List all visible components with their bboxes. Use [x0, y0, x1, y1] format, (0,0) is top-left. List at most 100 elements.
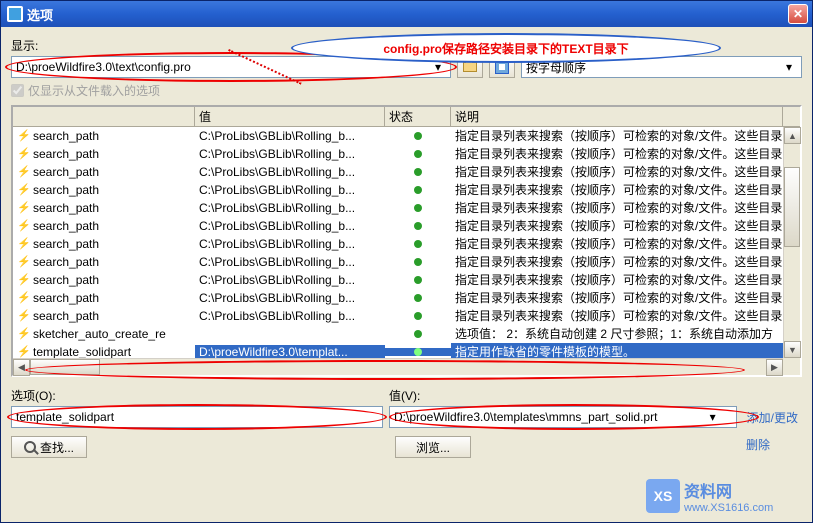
horizontal-scrollbar[interactable]: ◀ ▶ [13, 358, 783, 375]
grid-row[interactable]: ⚡search_pathC:\ProLibs\GBLib\Rolling_b..… [13, 253, 800, 271]
option-name: search_path [33, 237, 99, 251]
option-name: search_path [33, 273, 99, 287]
option-name: sketcher_auto_create_re [33, 327, 166, 341]
lightning-icon: ⚡ [17, 309, 31, 322]
scroll-left-arrow[interactable]: ◀ [13, 359, 30, 376]
option-name: template_solidpart [33, 345, 131, 359]
column-status[interactable]: 状态 [385, 107, 451, 126]
lightning-icon: ⚡ [17, 237, 31, 250]
cell-name: ⚡search_path [13, 291, 195, 305]
cell-status [385, 348, 451, 356]
lightning-icon: ⚡ [17, 327, 31, 340]
cell-name: ⚡search_path [13, 219, 195, 233]
cell-status [385, 294, 451, 302]
close-button[interactable]: ✕ [788, 4, 808, 24]
cell-name: ⚡search_path [13, 273, 195, 287]
cell-name: ⚡search_path [13, 165, 195, 179]
browse-button[interactable]: 浏览... [395, 436, 471, 458]
cell-description: 指定目录列表来搜索（按顺序）可检索的对象/文件。这些目录 [451, 217, 800, 234]
value-input-text: D:\proeWildfire3.0\templates\mmns_part_s… [394, 410, 657, 424]
dropdown-arrow-icon: ▾ [781, 60, 797, 74]
lightning-icon: ⚡ [17, 129, 31, 142]
value-dropdown[interactable]: D:\proeWildfire3.0\templates\mmns_part_s… [389, 406, 737, 428]
grid-row[interactable]: ⚡search_pathC:\ProLibs\GBLib\Rolling_b..… [13, 217, 800, 235]
cell-value: C:\ProLibs\GBLib\Rolling_b... [195, 147, 385, 161]
status-dot-icon [414, 312, 422, 320]
cell-description: 指定目录列表来搜索（按顺序）可检索的对象/文件。这些目录 [451, 253, 800, 270]
cell-status [385, 258, 451, 266]
option-name: search_path [33, 183, 99, 197]
column-name[interactable] [13, 107, 195, 126]
cell-name: ⚡search_path [13, 129, 195, 143]
grid-header: 值 状态 说明 [13, 107, 800, 127]
hscrollbar-thumb[interactable] [30, 359, 100, 375]
checkbox-label: 仅显示从文件载入的选项 [28, 82, 160, 99]
header-scroll-pad [783, 107, 800, 126]
search-icon [24, 441, 36, 453]
scrollbar-thumb[interactable] [784, 167, 800, 247]
vertical-scrollbar[interactable]: ▲ ▼ [783, 127, 800, 358]
grid-row[interactable]: ⚡search_pathC:\ProLibs\GBLib\Rolling_b..… [13, 307, 800, 325]
annotation-callout: config.pro保存路径安装目录下的TEXT目录下 [291, 33, 721, 63]
cell-value: D:\proeWildfire3.0\templat... [195, 345, 385, 359]
option-name: search_path [33, 219, 99, 233]
cell-description: 指定目录列表来搜索（按顺序）可检索的对象/文件。这些目录 [451, 307, 800, 324]
grid-row[interactable]: ⚡search_pathC:\ProLibs\GBLib\Rolling_b..… [13, 163, 800, 181]
scroll-down-arrow[interactable]: ▼ [784, 341, 801, 358]
dropdown-arrow-icon: ▾ [710, 410, 716, 424]
show-file-only-checkbox[interactable] [11, 84, 24, 97]
grid-row[interactable]: ⚡search_pathC:\ProLibs\GBLib\Rolling_b..… [13, 235, 800, 253]
status-dot-icon [414, 276, 422, 284]
grid-row[interactable]: ⚡search_pathC:\ProLibs\GBLib\Rolling_b..… [13, 145, 800, 163]
grid-row[interactable]: ⚡search_pathC:\ProLibs\GBLib\Rolling_b..… [13, 127, 800, 145]
lightning-icon: ⚡ [17, 147, 31, 160]
cell-description: 指定目录列表来搜索（按顺序）可检索的对象/文件。这些目录 [451, 163, 800, 180]
option-name: search_path [33, 165, 99, 179]
browse-label: 浏览... [416, 439, 450, 456]
titlebar: 选项 ✕ [1, 1, 812, 27]
cell-name: ⚡search_path [13, 255, 195, 269]
scroll-right-arrow[interactable]: ▶ [766, 359, 783, 376]
lightning-icon: ⚡ [17, 183, 31, 196]
cell-value: C:\ProLibs\GBLib\Rolling_b... [195, 129, 385, 143]
grid-row[interactable]: ⚡search_pathC:\ProLibs\GBLib\Rolling_b..… [13, 289, 800, 307]
option-name: search_path [33, 255, 99, 269]
grid-row[interactable]: ⚡search_pathC:\ProLibs\GBLib\Rolling_b..… [13, 199, 800, 217]
add-change-link[interactable]: 添加/更改 [743, 409, 802, 426]
lightning-icon: ⚡ [17, 273, 31, 286]
option-input[interactable] [11, 406, 383, 428]
find-button[interactable]: 查找... [11, 436, 87, 458]
cell-name: ⚡sketcher_auto_create_re [13, 327, 195, 341]
scroll-up-arrow[interactable]: ▲ [784, 127, 801, 144]
options-grid: 值 状态 说明 ⚡search_pathC:\ProLibs\GBLib\Rol… [11, 105, 802, 377]
option-name: search_path [33, 309, 99, 323]
delete-link[interactable]: 删除 [742, 436, 802, 458]
column-description[interactable]: 说明 [451, 107, 783, 126]
cell-name: ⚡search_path [13, 147, 195, 161]
option-label: 选项(O): [11, 387, 389, 404]
option-name: search_path [33, 147, 99, 161]
cell-name: ⚡template_solidpart [13, 345, 195, 359]
cell-value: C:\ProLibs\GBLib\Rolling_b... [195, 237, 385, 251]
cell-description: 指定目录列表来搜索（按顺序）可检索的对象/文件。这些目录 [451, 145, 800, 162]
callout-text: config.pro保存路径安装目录下的TEXT目录下 [383, 40, 628, 57]
cell-name: ⚡search_path [13, 237, 195, 251]
status-dot-icon [414, 204, 422, 212]
grid-row[interactable]: ⚡search_pathC:\ProLibs\GBLib\Rolling_b..… [13, 271, 800, 289]
options-dialog: 选项 ✕ config.pro保存路径安装目录下的TEXT目录下 显示: D:\… [0, 0, 813, 523]
lightning-icon: ⚡ [17, 165, 31, 178]
column-value[interactable]: 值 [195, 107, 385, 126]
grid-row[interactable]: ⚡search_pathC:\ProLibs\GBLib\Rolling_b..… [13, 181, 800, 199]
watermark-logo: XS [646, 479, 680, 513]
status-dot-icon [414, 348, 422, 356]
cell-status [385, 150, 451, 158]
watermark-title: 资料网 [684, 478, 773, 502]
option-name: search_path [33, 291, 99, 305]
cell-status [385, 276, 451, 284]
status-dot-icon [414, 132, 422, 140]
cell-description: 指定目录列表来搜索（按顺序）可检索的对象/文件。这些目录 [451, 235, 800, 252]
find-label: 查找... [40, 439, 74, 456]
cell-description: 指定目录列表来搜索（按顺序）可检索的对象/文件。这些目录 [451, 289, 800, 306]
lightning-icon: ⚡ [17, 291, 31, 304]
grid-row[interactable]: ⚡sketcher_auto_create_re选项值： 2：系统自动创建 2 … [13, 325, 800, 343]
